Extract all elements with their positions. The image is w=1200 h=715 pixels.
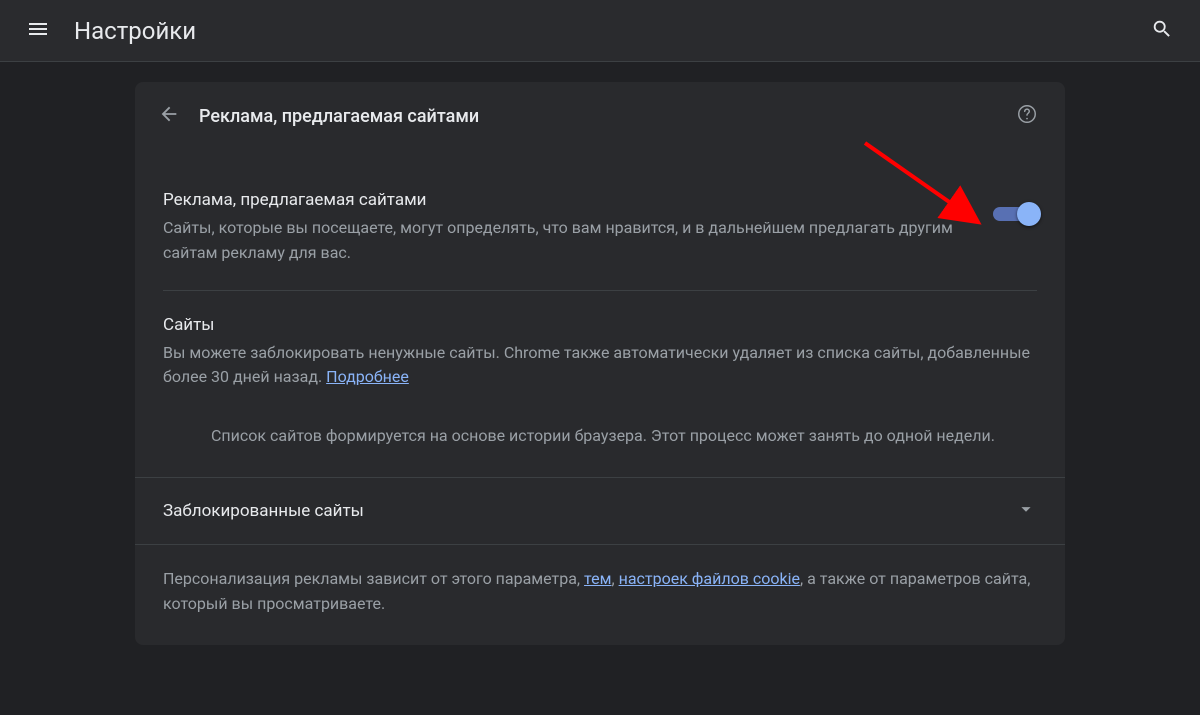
site-suggested-ads-toggle[interactable] [993,204,1037,224]
toggle-thumb [1017,202,1041,226]
site-suggested-ads-setting: Реклама, предлагаемая сайтами Сайты, кот… [135,150,1065,290]
setting-description: Сайты, которые вы посещаете, могут опред… [163,216,969,266]
chevron-down-icon [1015,498,1037,524]
help-button[interactable] [1009,98,1045,134]
setting-title: Реклама, предлагаемая сайтами [163,190,969,210]
blocked-sites-row[interactable]: Заблокированные сайты [135,478,1065,544]
sites-note: Список сайтов формируется на основе исто… [135,414,1065,477]
arrow-left-icon [158,103,180,129]
menu-icon [26,17,50,45]
blocked-sites-label: Заблокированные сайты [163,501,1015,521]
footer-note: Персонализация рекламы зависит от этого … [135,545,1065,645]
sites-description: Вы можете заблокировать ненужные сайты. … [163,341,1037,391]
sites-description-text: Вы можете заблокировать ненужные сайты. … [163,343,1030,387]
app-title: Настройки [74,17,1140,45]
cookie-settings-link[interactable]: настроек файлов cookie [619,569,800,588]
search-icon [1151,18,1173,44]
sites-title: Сайты [163,315,1037,335]
footer-text-1: Персонализация рекламы зависит от этого … [163,569,584,588]
app-bar: Настройки [0,0,1200,62]
back-button[interactable] [149,96,189,136]
panel-title: Реклама, предлагаемая сайтами [199,106,1009,127]
themes-link[interactable]: тем [584,569,611,588]
learn-more-link[interactable]: Подробнее [326,367,409,386]
search-button[interactable] [1140,9,1184,53]
sites-section: Сайты Вы можете заблокировать ненужные с… [135,291,1065,415]
panel-header: Реклама, предлагаемая сайтами [135,82,1065,150]
help-circle-icon [1016,103,1038,129]
settings-panel: Реклама, предлагаемая сайтами Реклама, п… [135,82,1065,645]
footer-text-2: , [611,569,618,588]
menu-button[interactable] [16,9,60,53]
